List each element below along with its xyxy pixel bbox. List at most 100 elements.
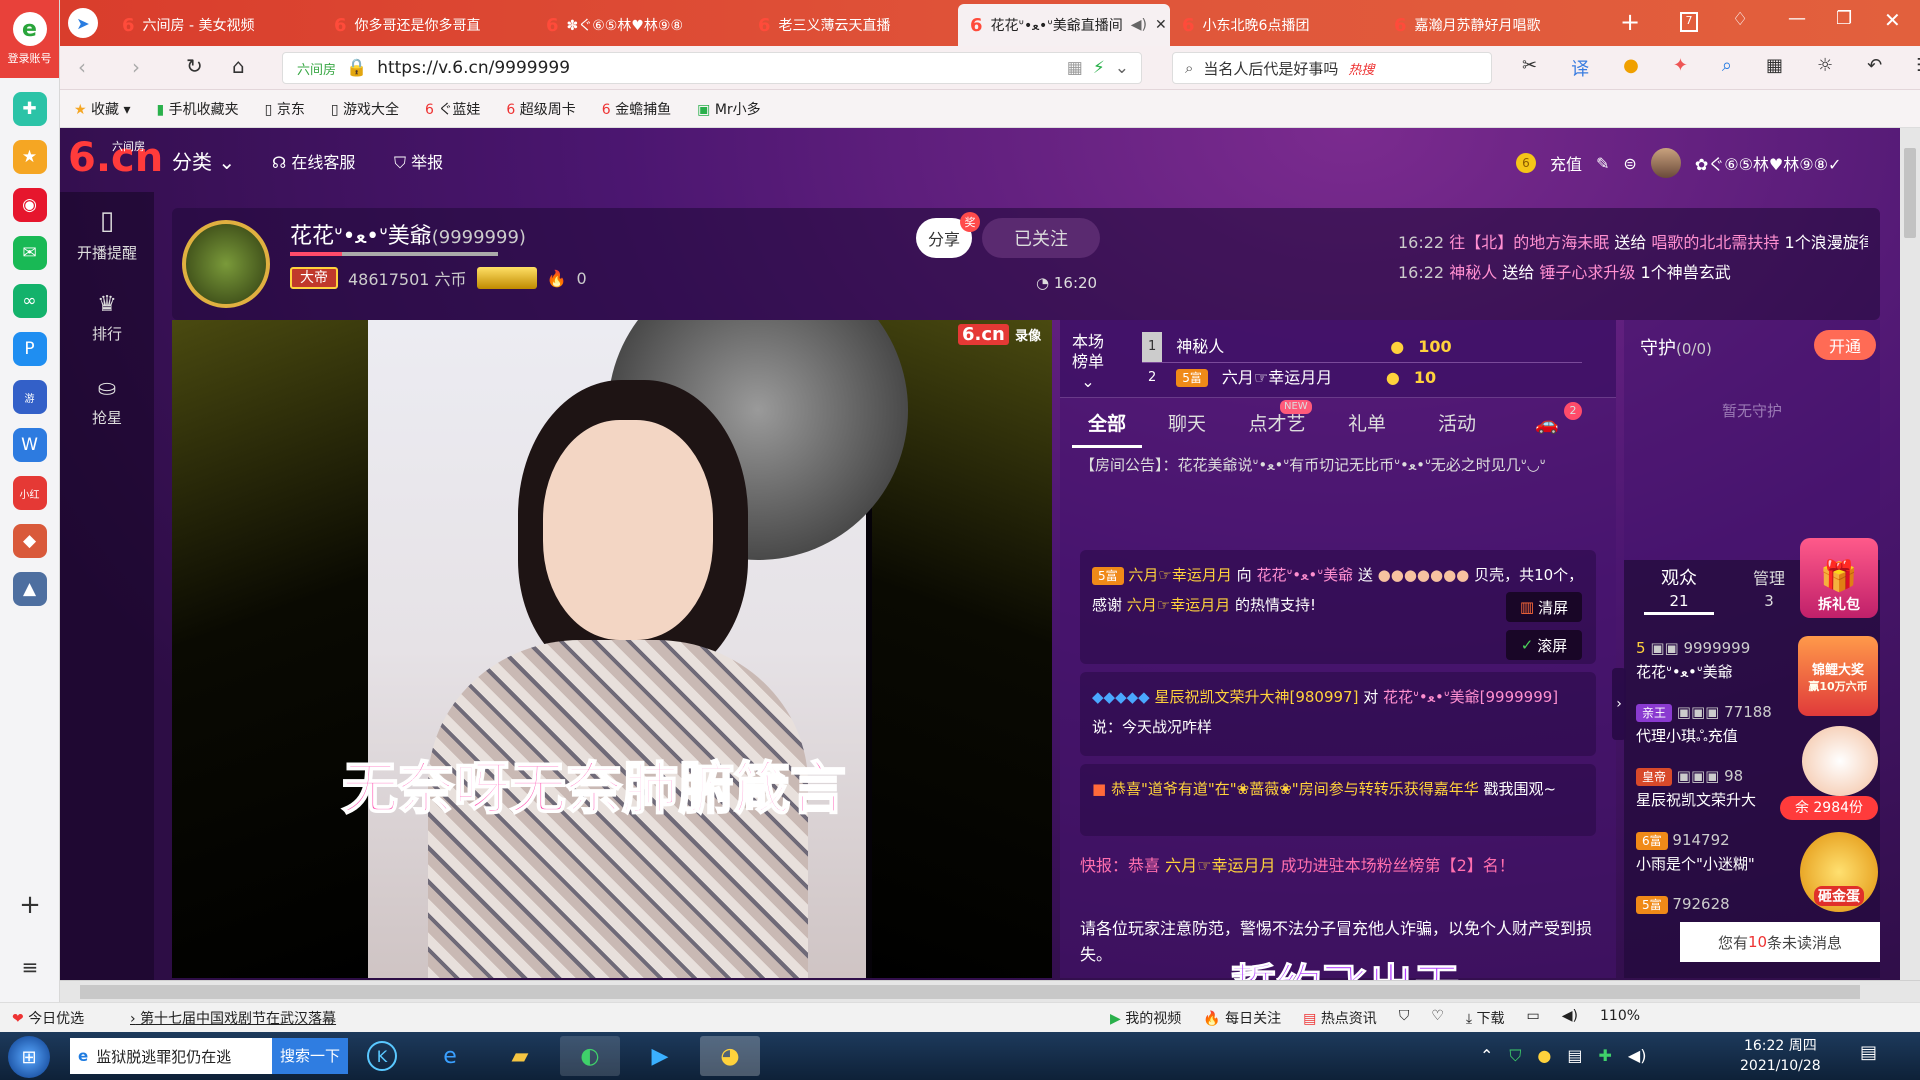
qr-icon[interactable]: ▦	[1067, 58, 1083, 78]
home-icon[interactable]: ⌂	[232, 54, 245, 78]
site-logo[interactable]: 6.cn 六间房	[68, 136, 163, 180]
forward-icon[interactable]: ›	[132, 55, 140, 79]
nav-ranking[interactable]: ♛ 排行	[60, 276, 154, 360]
ie-search-box[interactable]: e 监狱脱逃罪犯仍在逃 搜索一下	[70, 1038, 348, 1074]
search-button[interactable]: 搜索一下	[271, 1038, 348, 1074]
translate-icon[interactable]: 译	[1571, 55, 1589, 81]
golden-egg-button[interactable]: 砸金蛋	[1800, 832, 1878, 912]
download-link[interactable]: ⤓ 下载	[1466, 1008, 1505, 1028]
notification-icon[interactable]: ▤	[1860, 1042, 1900, 1070]
admin-tab[interactable]: 管理 3	[1734, 568, 1804, 612]
daily-link[interactable]: 🔥 每日关注	[1203, 1008, 1281, 1028]
speaker-icon[interactable]: ◀)	[1131, 17, 1147, 33]
message-icon[interactable]: ⊜	[1623, 154, 1636, 173]
weibo-icon[interactable]: ◉	[12, 188, 47, 222]
bookmark-6[interactable]: 6 金蟾捕鱼	[602, 99, 671, 119]
player-icon[interactable]: ▶	[630, 1036, 690, 1076]
online-support[interactable]: ☊ 在线客服	[272, 149, 355, 173]
avatar[interactable]	[1650, 148, 1681, 178]
url-text[interactable]: https://v.6.cn/9999999	[377, 58, 570, 78]
address-bar[interactable]: 六间房 🔒 https://v.6.cn/9999999 ▦ ⚡ ⌄	[282, 52, 1142, 84]
rank-row[interactable]: 1 神秘人 ● 100	[1142, 332, 1582, 363]
tab-1[interactable]: 6 六间房 - 美女视频	[110, 4, 322, 46]
collapse-arrow-icon[interactable]: ›	[1612, 668, 1626, 740]
bookmark-favorites[interactable]: ★ 收藏 ▾	[74, 99, 131, 119]
tab-6[interactable]: 6 小东北晚6点播团	[1170, 4, 1382, 46]
category-menu[interactable]: 分类 ⌄	[172, 146, 235, 175]
close-window-icon[interactable]: ✕	[1884, 8, 1901, 32]
horizontal-scrollbar-thumb[interactable]	[80, 985, 1860, 999]
search-text[interactable]: 当名人后代是好事吗	[1203, 58, 1338, 79]
game2-app-icon[interactable]: ◆	[12, 524, 47, 558]
today-picks[interactable]: ❤ 今日优选	[12, 1008, 84, 1028]
scrollbar-thumb[interactable]	[1904, 148, 1916, 238]
rank-title[interactable]: 本场 榜单 ⌄	[1072, 332, 1104, 392]
start-button[interactable]: ⊞	[8, 1036, 50, 1078]
horizontal-scrollbar[interactable]	[60, 980, 1920, 1002]
viewer-item[interactable]: 6富 914792 小雨是个"小迷糊"	[1636, 828, 1796, 892]
tab-2[interactable]: 6 你多哥还是你多哥直	[322, 4, 534, 46]
tab-5-active[interactable]: 6 花花ᐡ•ﻌ•ᐡ美爺直播间 ◀) ✕	[958, 4, 1170, 46]
undo-icon[interactable]: ↶	[1867, 55, 1882, 81]
volume-icon[interactable]: ◀)	[1562, 1008, 1578, 1028]
star-icon[interactable]: ★	[12, 140, 47, 174]
folder-icon[interactable]: ▰	[490, 1036, 550, 1076]
shield-icon[interactable]: ⛉	[1399, 1008, 1410, 1028]
minimize-icon[interactable]: —	[1788, 8, 1806, 29]
add-icon[interactable]: +	[0, 890, 60, 920]
tab-gift-list[interactable]: 礼单	[1322, 404, 1412, 448]
tray-qq-icon[interactable]: ●	[1537, 1046, 1551, 1066]
refresh-icon[interactable]: ↻	[186, 54, 203, 78]
edit-icon[interactable]: ✎	[1596, 154, 1609, 173]
tray-volume-icon[interactable]: ◀)	[1628, 1046, 1647, 1066]
unread-messages[interactable]: 您有 10 条未读消息	[1680, 922, 1880, 962]
tab-activity[interactable]: 活动	[1412, 404, 1502, 448]
username[interactable]: ✿ぐ⑥⑤林♥林⑨⑧✓	[1695, 151, 1842, 175]
viewer-item[interactable]: 皇帝 ▣▣▣ 98 星辰祝凯文荣升大	[1636, 764, 1796, 828]
tab-count-icon[interactable]: 7	[1680, 12, 1698, 32]
recharge-link[interactable]: 充值	[1550, 151, 1582, 175]
car-tab[interactable]: 🚗 2	[1502, 402, 1592, 448]
bookmark-7[interactable]: ▣ Mr小多	[697, 99, 761, 119]
tab-3[interactable]: 6 ✽ぐ⑥⑤林♥林⑨⑧	[534, 4, 746, 46]
tray-arrow-icon[interactable]: ⌃	[1480, 1046, 1493, 1066]
ie-browser-icon[interactable]: e	[420, 1036, 480, 1076]
chat-app-icon[interactable]: ◕	[700, 1036, 760, 1076]
mail-icon[interactable]: ✉	[12, 236, 47, 270]
shirt-icon[interactable]: ♢	[1732, 9, 1748, 30]
tab-all[interactable]: 全部	[1072, 404, 1142, 448]
bookmark-jd[interactable]: ▯ 京东	[265, 99, 305, 119]
cloud-icon[interactable]: ∞	[12, 284, 47, 318]
page-scrollbar[interactable]	[1900, 128, 1920, 980]
magnifier-icon[interactable]: ⌕	[1722, 55, 1732, 81]
nav-live-reminder[interactable]: ▯ 开播提醒	[60, 192, 154, 276]
viewer-item[interactable]: 5 ▣▣ 9999999 花花ᐡ•ﻌ•ᐡ美爺	[1636, 636, 1796, 700]
open-guard-button[interactable]: 开通	[1814, 330, 1876, 360]
audience-tab[interactable]: 观众 21	[1644, 568, 1714, 615]
anchor-name[interactable]: 花花ᐡ•ﻌ•ᐡ美爺	[290, 224, 432, 249]
tab-talent[interactable]: 点才艺 NEW	[1232, 400, 1322, 448]
back-icon[interactable]: ‹	[78, 55, 86, 79]
bookmark-5[interactable]: 6 超级周卡	[506, 99, 575, 119]
tray-shield-icon[interactable]: ⛉	[1509, 1046, 1521, 1066]
game3-app-icon[interactable]: ▲	[12, 572, 47, 606]
gift-pack-button[interactable]: 🎁 拆礼包	[1800, 538, 1878, 618]
close-tab-icon[interactable]: ✕	[1155, 17, 1167, 33]
send-icon[interactable]: ➤	[68, 8, 98, 38]
lucky-cat-icon[interactable]	[1802, 726, 1878, 796]
shop-app-icon[interactable]: 小红	[12, 476, 47, 510]
search-box[interactable]: ⌕ 当名人后代是好事吗 热搜	[1172, 52, 1492, 84]
gamepad-icon[interactable]: ✦	[1673, 55, 1688, 81]
tray-network-icon[interactable]: ▤	[1567, 1046, 1582, 1066]
report-link[interactable]: ⛉ 举报	[394, 149, 443, 173]
login-label[interactable]: 登录账号	[8, 50, 52, 66]
tab-chat[interactable]: 聊天	[1142, 404, 1232, 448]
tab-7[interactable]: 6 嘉瀚月苏静好月唱歌	[1382, 4, 1594, 46]
new-tab-icon[interactable]: +	[1620, 8, 1640, 36]
login-area[interactable]: e 登录账号	[0, 0, 59, 78]
k-app-icon[interactable]: K	[352, 1036, 412, 1076]
video-player[interactable]: 6.cn 录像 无奈呀无奈肺腑箴言	[172, 320, 1052, 978]
bookmark-4[interactable]: 6 ぐ蓝娃	[425, 99, 480, 119]
viewer-item[interactable]: 亲王 ▣▣▣ 77188 代理小琪ஃ充值	[1636, 700, 1796, 764]
news-link[interactable]: › 第十七届中国戏剧节在武汉落幕	[130, 1008, 336, 1028]
